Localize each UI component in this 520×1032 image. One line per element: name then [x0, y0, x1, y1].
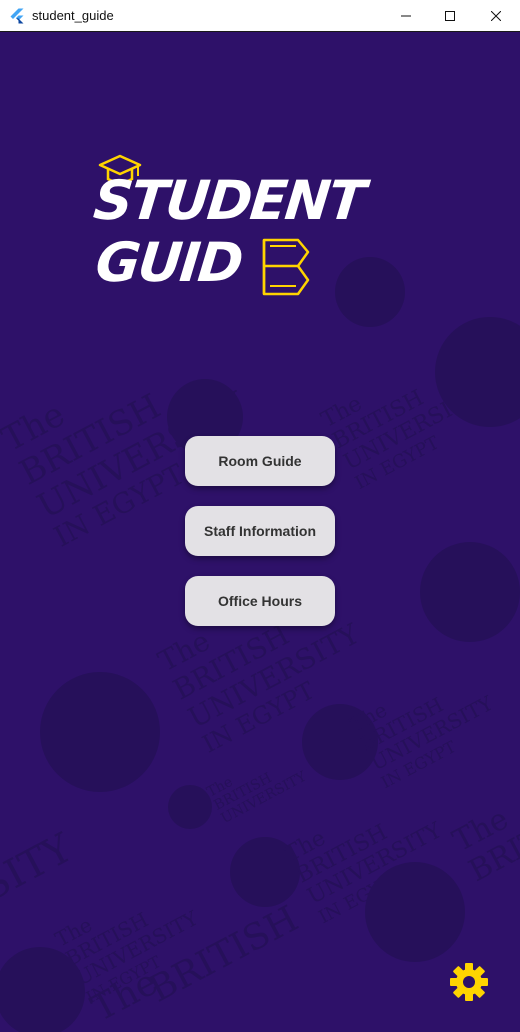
title-bar: student_guide — [0, 0, 520, 32]
gear-icon[interactable] — [449, 962, 489, 1002]
logo-line-guid: GUID — [92, 231, 245, 294]
minimize-icon — [401, 15, 411, 16]
office-hours-button[interactable]: Office Hours — [185, 576, 335, 626]
logo-line-student: STUDENT — [90, 169, 367, 232]
svg-text:BRITISH: BRITISH — [143, 898, 305, 1010]
open-book-icon — [262, 238, 310, 296]
window-title: student_guide — [32, 8, 114, 23]
app-window: student_guide The BRITISH UNIVERSITY IN … — [0, 0, 520, 1032]
svg-text:SITY: SITY — [0, 825, 80, 911]
staff-information-button[interactable]: Staff Information — [185, 506, 335, 556]
maximize-button[interactable] — [427, 0, 473, 31]
close-button[interactable] — [473, 0, 519, 31]
close-icon — [491, 10, 501, 21]
student-guide-logo: STUDENT GUID — [88, 152, 438, 302]
maximize-icon — [445, 10, 455, 21]
minimize-button[interactable] — [383, 0, 429, 31]
room-guide-button[interactable]: Room Guide — [185, 436, 335, 486]
flutter-icon — [10, 8, 24, 23]
